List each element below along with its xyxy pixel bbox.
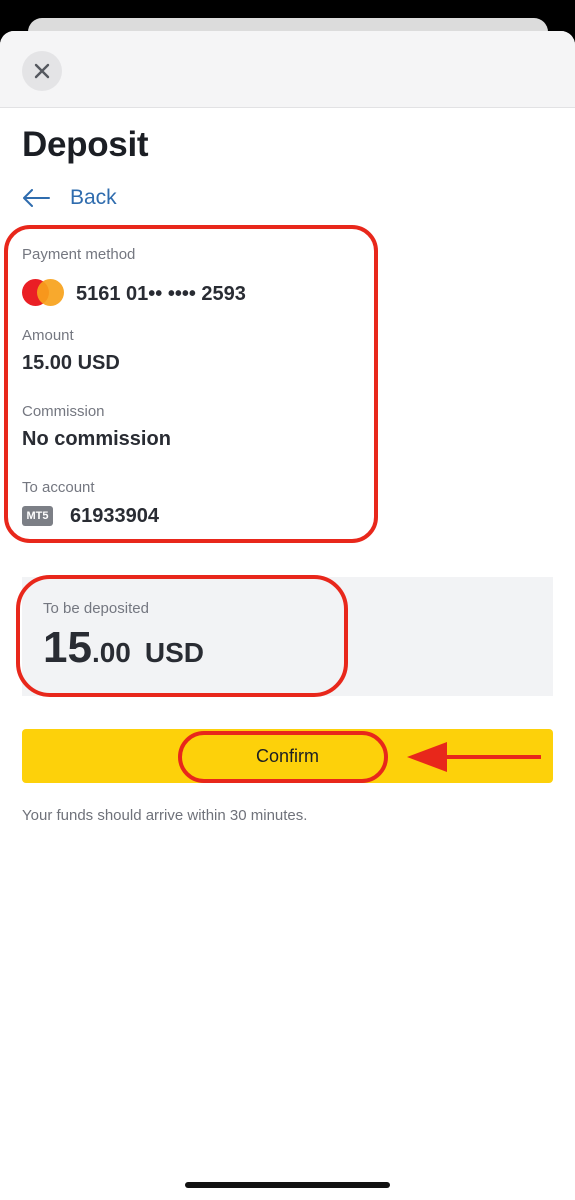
commission-label: Commission — [22, 403, 105, 420]
deposit-summary-amount: 15 .00 USD — [43, 623, 204, 673]
mt5-badge: MT5 — [22, 506, 53, 526]
arrow-left-icon — [23, 189, 50, 207]
payment-method-value: 5161 01•• •••• 2593 — [76, 283, 246, 305]
deposit-summary-label: To be deposited — [43, 600, 149, 617]
close-icon — [34, 63, 50, 79]
commission-value: No commission — [22, 428, 171, 450]
back-label: Back — [70, 186, 117, 209]
sheet-header — [0, 31, 575, 108]
mastercard-icon — [22, 279, 66, 307]
deposit-amount-fraction: .00 — [91, 637, 131, 668]
deposit-sheet: Deposit Back Payment method 5161 01•• ••… — [0, 31, 575, 1200]
account-value: 61933904 — [70, 505, 159, 527]
back-link[interactable]: Back — [22, 183, 117, 213]
account-label: To account — [22, 479, 95, 496]
arrow-left-annotation-icon — [407, 742, 541, 772]
arrival-note: Your funds should arrive within 30 minut… — [22, 807, 308, 824]
page-title: Deposit — [22, 125, 149, 164]
home-indicator — [185, 1182, 390, 1188]
payment-method-label: Payment method — [22, 246, 136, 263]
close-button[interactable] — [22, 51, 62, 91]
deposit-amount-whole: 15 — [43, 623, 92, 672]
amount-value: 15.00 USD — [22, 352, 120, 374]
amount-label: Amount — [22, 327, 74, 344]
deposit-amount-currency: USD — [144, 637, 205, 668]
